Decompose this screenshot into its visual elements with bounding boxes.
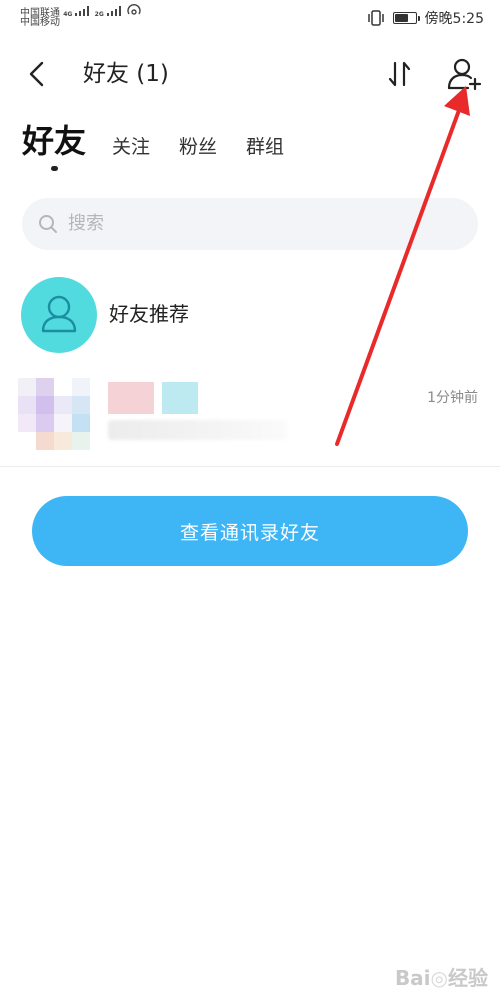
vibrate-icon bbox=[367, 10, 384, 26]
friend-time: 1分钟前 bbox=[427, 390, 478, 406]
add-person-icon bbox=[447, 58, 482, 91]
recommend-label: 好友推荐 bbox=[109, 302, 189, 326]
carrier-2: 中国移动 bbox=[20, 17, 60, 28]
tab-groups[interactable]: 群组 bbox=[246, 132, 284, 162]
sort-button[interactable] bbox=[384, 58, 416, 90]
signal-icon bbox=[75, 6, 90, 16]
status-bar: 中国联通 4G 2G 中国移动 傍晚5:25 bbox=[0, 0, 500, 36]
hotspot-icon bbox=[127, 4, 141, 15]
chevron-left-icon bbox=[29, 61, 44, 87]
battery-icon bbox=[392, 12, 420, 24]
friend-recommend-item[interactable]: 好友推荐 bbox=[0, 275, 500, 355]
recommend-avatar bbox=[21, 277, 97, 353]
signal-icon bbox=[106, 6, 121, 16]
back-button[interactable] bbox=[22, 58, 54, 90]
sort-arrows-icon bbox=[388, 61, 411, 87]
search-placeholder: 搜索 bbox=[68, 213, 104, 234]
friend-name-redacted bbox=[108, 382, 198, 414]
friend-message-redacted bbox=[108, 420, 288, 440]
divider bbox=[0, 466, 500, 467]
status-time: 傍晚5:25 bbox=[424, 11, 484, 27]
view-contacts-button[interactable]: 查看通讯录好友 bbox=[32, 496, 468, 566]
search-input[interactable]: 搜索 bbox=[22, 198, 478, 250]
page-title: 好友 (1) bbox=[83, 61, 169, 87]
person-icon bbox=[41, 295, 77, 333]
search-icon bbox=[39, 215, 57, 233]
friend-list-item[interactable]: 1分钟前 bbox=[0, 370, 500, 460]
watermark-logo: Bai◎经验 bbox=[394, 966, 488, 990]
tab-fans[interactable]: 粉丝 bbox=[179, 132, 217, 162]
tab-friends[interactable]: 好友 bbox=[22, 121, 86, 161]
friend-avatar bbox=[18, 378, 90, 450]
tab-indicator bbox=[51, 166, 58, 171]
status-right: 傍晚5:25 bbox=[367, 8, 484, 28]
tab-following[interactable]: 关注 bbox=[112, 132, 150, 162]
add-friend-button[interactable] bbox=[446, 56, 484, 92]
